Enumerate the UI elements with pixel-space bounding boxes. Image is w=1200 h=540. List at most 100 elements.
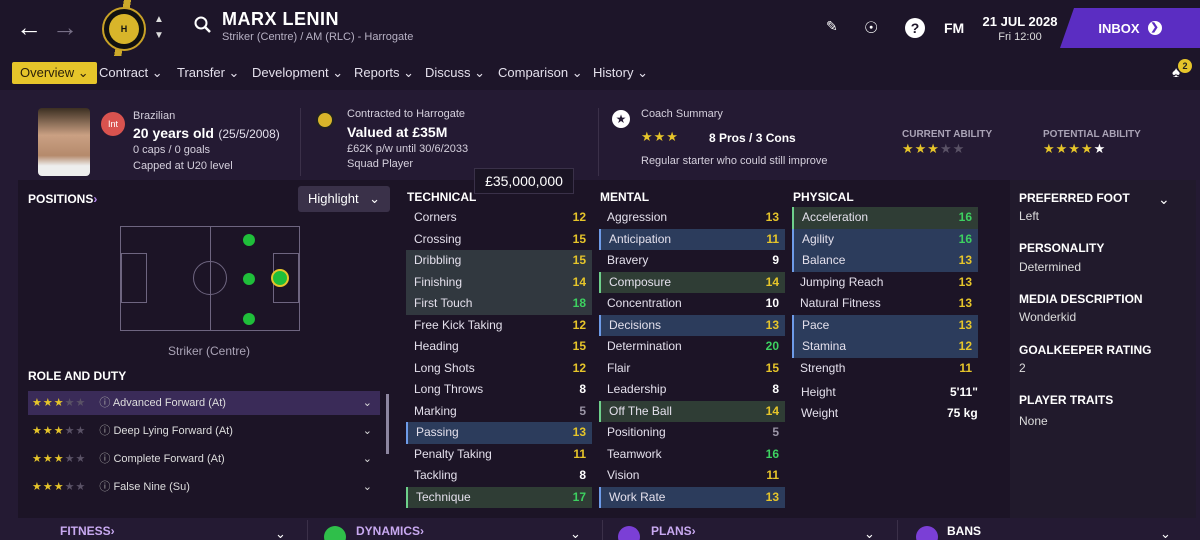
attribute-row[interactable]: Free Kick Taking 12 [406, 315, 592, 337]
attribute-name: Passing [416, 425, 459, 439]
highlight-dropdown[interactable]: Highlight ⌄ [298, 186, 390, 212]
attribute-row[interactable]: Acceleration 16 [792, 207, 978, 229]
tab-discuss[interactable]: Discuss ⌄ [425, 62, 485, 84]
attribute-row[interactable]: Heading 15 [406, 336, 592, 358]
attribute-row[interactable]: Marking 5 [406, 401, 592, 423]
player-subtitle: Striker (Centre) / AM (RLC) - Harrogate [222, 31, 414, 43]
back-arrow-icon[interactable]: ← [16, 12, 42, 42]
role-row[interactable]: ★★★★★ ⓘ Advanced Forward (At) ⌄ [28, 391, 380, 415]
attribute-row[interactable]: Vision 11 [599, 465, 785, 487]
attribute-row[interactable]: Long Shots 12 [406, 358, 592, 380]
attribute-value: 11 [573, 446, 586, 461]
chevron-down-icon[interactable]: ⌄ [275, 526, 286, 540]
attribute-row[interactable]: Technique 17 [406, 486, 592, 508]
attribute-name: Vision [607, 468, 640, 482]
attribute-row[interactable]: Flair 15 [599, 358, 785, 380]
attribute-row[interactable]: Penalty Taking 11 [406, 444, 592, 466]
attribute-value: 11 [766, 231, 779, 246]
forward-arrow-icon[interactable]: → [52, 12, 78, 42]
plans-icon [618, 526, 640, 540]
role-scrollbar[interactable] [386, 394, 389, 454]
attribute-value: 11 [766, 468, 779, 482]
attribute-row[interactable]: Natural Fitness 13 [792, 293, 978, 315]
attribute-row[interactable]: Strength 11 [792, 358, 978, 380]
attribute-row[interactable]: Teamwork 16 [599, 444, 785, 466]
attribute-name: Jumping Reach [800, 274, 884, 289]
tab-reports[interactable]: Reports ⌄ [354, 62, 414, 84]
attribute-row[interactable]: Crossing 15 [406, 229, 592, 251]
coach-summary-title: Coach Summary [641, 108, 723, 120]
inbox-button[interactable]: INBOX ❯ [1060, 8, 1200, 48]
attribute-name: Teamwork [607, 446, 662, 461]
positions-header[interactable]: POSITIONS› [28, 192, 97, 206]
attribute-row[interactable]: Aggression 13 [599, 207, 785, 229]
attribute-row[interactable]: First Touch 18 [406, 293, 592, 315]
attribute-row[interactable]: Dribbling 15 [406, 250, 592, 272]
chevron-up-icon[interactable]: ▲ [154, 14, 164, 25]
attribute-name: Natural Fitness [800, 296, 881, 310]
dynamics-panel-header[interactable]: DYNAMICS› [356, 524, 424, 538]
divider [602, 520, 603, 540]
attribute-name: Positioning [607, 425, 666, 439]
chevron-down-icon[interactable]: ⌄ [363, 419, 372, 443]
pencil-icon[interactable]: ✎ [826, 18, 838, 35]
attribute-row[interactable]: Finishing 14 [406, 271, 592, 293]
inbox-label: INBOX [1098, 20, 1140, 36]
help-icon[interactable]: ? [905, 18, 925, 38]
tab-comparison[interactable]: Comparison ⌄ [498, 62, 583, 84]
chevron-down-icon[interactable]: ⌄ [864, 526, 875, 540]
attribute-value: 20 [765, 339, 779, 353]
chevron-down-icon[interactable]: ⌄ [1158, 191, 1170, 208]
tab-development[interactable]: Development ⌄ [252, 62, 343, 84]
attribute-value: 13 [765, 317, 779, 332]
role-row[interactable]: ★★★★★ ⓘ Deep Lying Forward (At) ⌄ [28, 419, 380, 443]
chevron-down-icon[interactable]: ⌄ [363, 447, 372, 471]
tab-transfer[interactable]: Transfer ⌄ [177, 62, 239, 84]
tab-contract[interactable]: Contract ⌄ [99, 62, 163, 84]
attribute-row[interactable]: Work Rate 13 [599, 486, 785, 508]
fm-menu[interactable]: FM [944, 20, 964, 36]
attribute-row[interactable]: Concentration 10 [599, 293, 785, 315]
attribute-row[interactable]: Jumping Reach 13 [792, 272, 978, 294]
date-display[interactable]: 21 JUL 2028 Fri 12:00 [980, 14, 1060, 43]
tab-history[interactable]: History ⌄ [593, 62, 648, 84]
attribute-row[interactable]: Stamina 12 [792, 336, 978, 358]
attribute-row[interactable]: Passing 13 [406, 422, 592, 444]
chevron-down-icon[interactable]: ⌄ [363, 391, 372, 415]
nationality-flag-icon: Int [101, 112, 125, 136]
plans-panel-header[interactable]: PLANS› [651, 524, 696, 538]
role-row[interactable]: ★★★★★ ⓘ Complete Forward (At) ⌄ [28, 447, 380, 471]
chevron-right-icon: › [93, 192, 98, 206]
attribute-row[interactable]: Corners 12 [406, 207, 592, 229]
attribute-row[interactable]: Tackling 8 [406, 465, 592, 487]
attribute-row[interactable]: Composure 14 [599, 271, 785, 293]
attribute-row[interactable]: Anticipation 11 [599, 228, 785, 250]
attribute-value: 13 [765, 489, 779, 504]
attribute-value: 12 [572, 317, 586, 332]
role-row[interactable]: ★★★★★ ⓘ False Nine (Su) ⌄ [28, 475, 380, 499]
goalkeeper-rating: 2 [1019, 361, 1026, 375]
globe-icon[interactable]: ☉ [864, 18, 878, 38]
attribute-row[interactable]: Decisions 13 [599, 314, 785, 336]
search-icon[interactable] [194, 16, 212, 34]
attribute-row[interactable]: Positioning 5 [599, 422, 785, 444]
tab-label: Contract [99, 65, 149, 80]
club-badge[interactable]: H [102, 7, 146, 51]
attribute-value: 15 [572, 253, 586, 267]
attribute-row[interactable]: Off The Ball 14 [599, 400, 785, 422]
bans-panel-header[interactable]: BANS [947, 524, 981, 538]
chevron-down-icon[interactable]: ⌄ [363, 475, 372, 499]
attribute-row[interactable]: Bravery 9 [599, 250, 785, 272]
chevron-down-icon[interactable]: ⌄ [1160, 526, 1171, 540]
attribute-row[interactable]: Determination 20 [599, 336, 785, 358]
tab-overview[interactable]: Overview ⌄ [12, 62, 97, 84]
attribute-row[interactable]: Pace 13 [792, 314, 978, 336]
fitness-panel-header[interactable]: FITNESS› [60, 524, 115, 538]
attribute-row[interactable]: Balance 13 [792, 250, 978, 272]
attribute-row[interactable]: Agility 16 [792, 228, 978, 250]
attribute-row[interactable]: Leadership 8 [599, 379, 785, 401]
squad-status: Squad Player [347, 158, 414, 170]
chevron-down-icon[interactable]: ▼ [154, 30, 164, 41]
attribute-row[interactable]: Long Throws 8 [406, 379, 592, 401]
chevron-down-icon[interactable]: ⌄ [570, 526, 581, 540]
